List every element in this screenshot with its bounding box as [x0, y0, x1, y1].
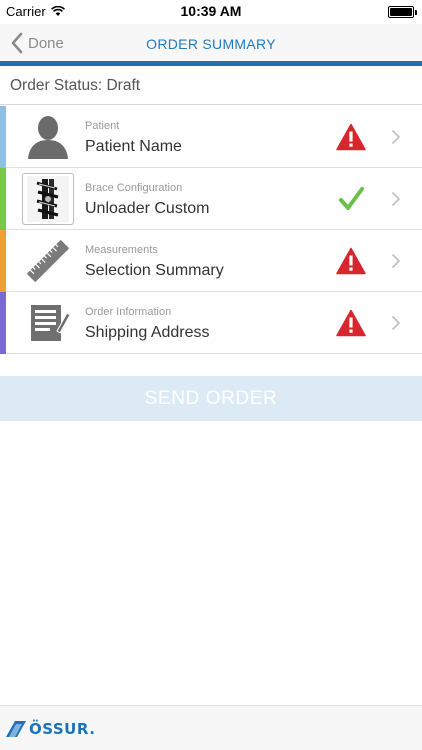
warning-icon [336, 123, 366, 151]
row-value: Shipping Address [85, 324, 210, 341]
ossur-logo-text: ÖSSUR. [29, 720, 96, 738]
status-bar: Carrier 10:39 AM [0, 0, 422, 24]
document-icon [22, 297, 74, 349]
chevron-right-icon [392, 130, 400, 144]
chevron-right-icon [392, 316, 400, 330]
ossur-logo-mark-icon [6, 721, 26, 737]
checkmark-icon [339, 187, 364, 210]
ossur-logo: ÖSSUR. [6, 720, 95, 738]
row-caption: Measurements [85, 244, 158, 256]
divider [0, 104, 422, 105]
send-order-button[interactable]: SEND ORDER [0, 376, 422, 421]
patient-silhouette-icon [22, 111, 74, 163]
row-caption: Patient [85, 120, 120, 132]
list-item-measurements[interactable]: Measurements Selection Summary [0, 230, 422, 292]
ruler-icon [22, 235, 74, 287]
row-caption: Brace Configuration [85, 182, 183, 194]
row-accent-bar [0, 168, 6, 230]
battery-icon [388, 6, 417, 18]
row-accent-bar [0, 292, 6, 354]
order-status-label: Order Status: Draft [10, 77, 141, 94]
row-value: Patient Name [85, 138, 182, 155]
navigation-bar: Done ORDER SUMMARY [0, 24, 422, 64]
order-summary-list: Patient Patient Name Brace Configuration… [0, 106, 422, 354]
nav-accent-bar [0, 61, 422, 66]
list-item-brace-configuration[interactable]: Brace Configuration Unloader Custom [0, 168, 422, 230]
page-title: ORDER SUMMARY [146, 36, 276, 52]
row-value: Selection Summary [85, 262, 224, 279]
row-value: Unloader Custom [85, 200, 210, 217]
row-accent-bar [0, 230, 6, 292]
battery-fill [390, 8, 412, 16]
brace-image-icon [22, 173, 74, 225]
chevron-right-icon [392, 254, 400, 268]
chevron-right-icon [392, 192, 400, 206]
status-time: 10:39 AM [180, 3, 242, 19]
warning-icon [336, 309, 366, 337]
warning-icon [336, 247, 366, 275]
row-accent-bar [0, 106, 6, 168]
list-item-order-information[interactable]: Order Information Shipping Address [0, 292, 422, 354]
row-caption: Order Information [85, 306, 172, 318]
footer: ÖSSUR. [0, 705, 422, 750]
list-item-patient[interactable]: Patient Patient Name [0, 106, 422, 168]
